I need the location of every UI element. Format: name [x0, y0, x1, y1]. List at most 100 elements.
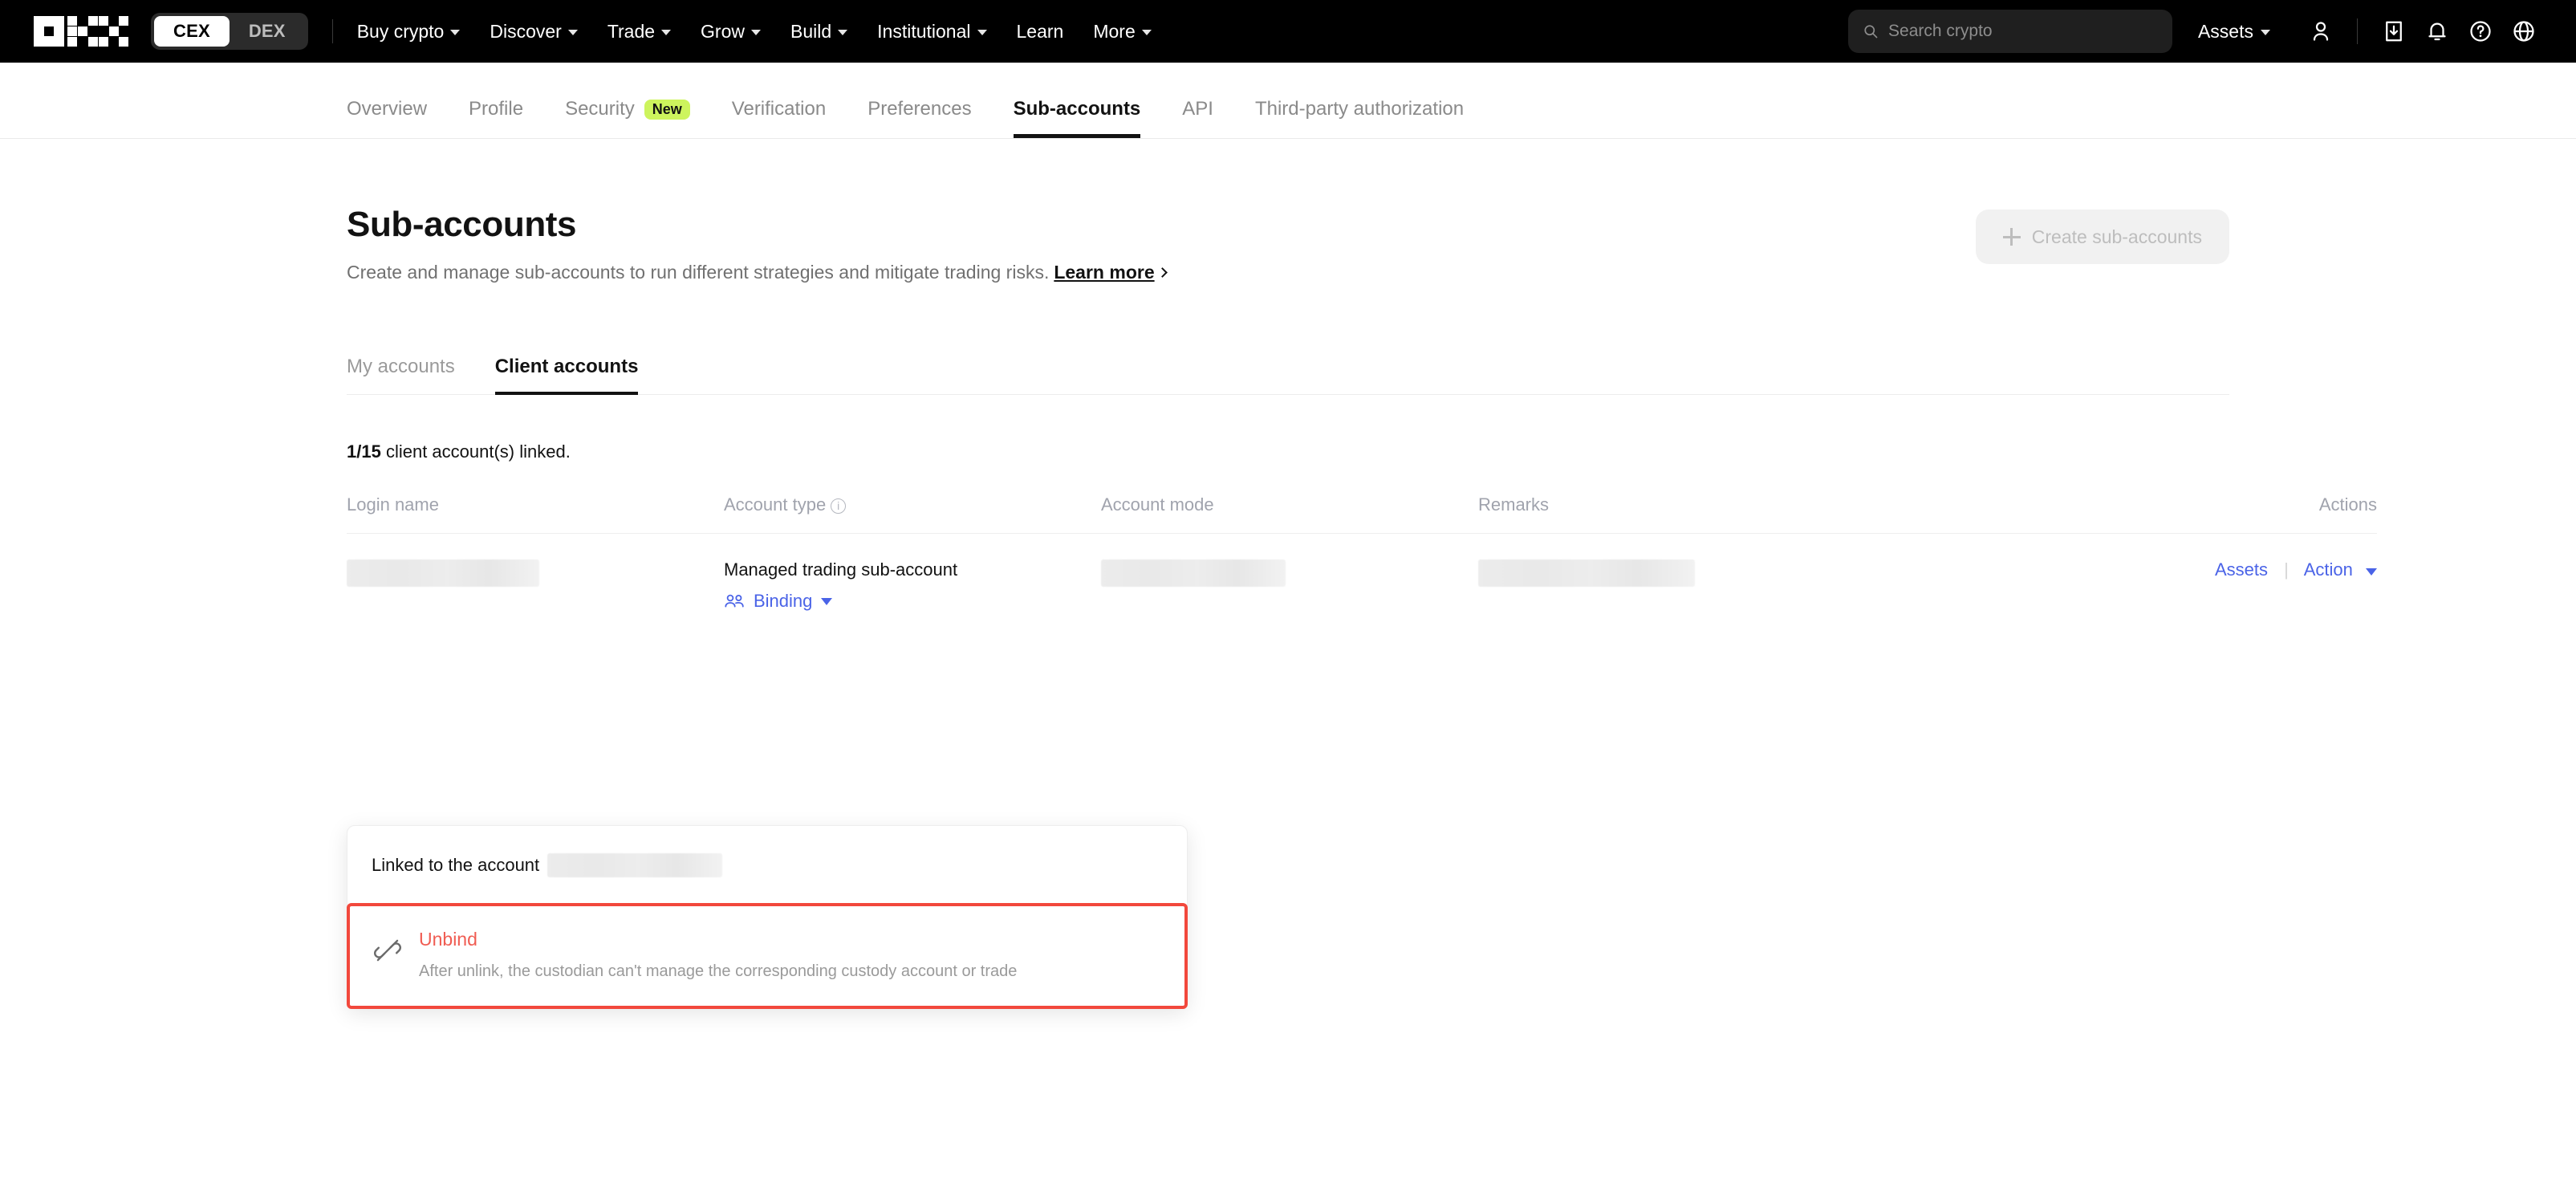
nav-label: Grow	[701, 21, 745, 43]
cell-actions: Assets | Action	[2088, 534, 2377, 612]
help-button[interactable]	[2459, 10, 2502, 53]
column-header-label: Account type	[724, 494, 826, 515]
chevron-down-icon	[2261, 30, 2270, 35]
search-input[interactable]	[1888, 22, 2158, 41]
chevron-down-icon	[2366, 568, 2377, 576]
linked-count-text: 1/15 client account(s) linked.	[347, 441, 2229, 462]
cell-account-mode	[1101, 534, 1478, 612]
nav-item-build[interactable]: Build	[790, 21, 847, 43]
chevron-down-icon	[821, 598, 832, 605]
tab-label: Verification	[732, 98, 826, 120]
column-header-actions: Actions	[2088, 494, 2377, 534]
column-header-account-type: Account type i	[724, 494, 1101, 534]
download-icon	[2382, 19, 2406, 43]
tab-profile[interactable]: Profile	[469, 98, 523, 138]
cell-login-name	[347, 534, 724, 612]
redacted-remarks	[1478, 559, 1695, 587]
globe-icon	[2512, 19, 2536, 43]
binding-label: Binding	[754, 591, 812, 612]
tab-preferences[interactable]: Preferences	[867, 98, 971, 138]
unbind-title: Unbind	[419, 929, 1017, 951]
inner-tab-label: Client accounts	[495, 356, 639, 377]
chevron-right-icon	[1157, 267, 1168, 278]
tab-sub-accounts[interactable]: Sub-accounts	[1014, 98, 1141, 138]
tab-verification[interactable]: Verification	[732, 98, 826, 138]
nav-item-buy-crypto[interactable]: Buy crypto	[357, 21, 461, 43]
okx-logo[interactable]	[34, 16, 128, 47]
tab-third-party-authorization[interactable]: Third-party authorization	[1255, 98, 1464, 138]
top-navigation-bar: CEX DEX Buy crypto Discover Trade Grow B…	[0, 0, 2576, 63]
nav-right-cluster: Assets	[1848, 10, 2546, 53]
binding-dropdown-trigger[interactable]: Binding	[724, 591, 1101, 612]
nav-label: Build	[790, 21, 831, 43]
chevron-down-icon	[838, 30, 847, 35]
tab-api[interactable]: API	[1182, 98, 1213, 138]
info-icon[interactable]: i	[831, 498, 846, 514]
nav-label: Discover	[490, 21, 561, 43]
popup-header: Linked to the account	[347, 826, 1187, 903]
new-badge: New	[644, 100, 690, 120]
bell-icon	[2425, 19, 2449, 43]
nav-item-more[interactable]: More	[1093, 21, 1151, 43]
nav-label: More	[1093, 21, 1135, 43]
page-header: Sub-accounts Create and manage sub-accou…	[347, 139, 2229, 283]
nav-item-learn[interactable]: Learn	[1017, 21, 1064, 43]
assets-label: Assets	[2198, 21, 2253, 43]
learn-more-link[interactable]: Learn more	[1054, 262, 1165, 283]
tab-label: Third-party authorization	[1255, 98, 1464, 120]
page-description-row: Create and manage sub-accounts to run di…	[347, 262, 1166, 283]
nav-divider	[332, 19, 333, 43]
action-separator: |	[2284, 559, 2289, 580]
cell-remarks	[1478, 534, 2088, 612]
tab-client-accounts[interactable]: Client accounts	[495, 356, 639, 394]
user-account-button[interactable]	[2299, 10, 2342, 53]
toggle-option-cex[interactable]: CEX	[154, 16, 230, 47]
cex-dex-toggle[interactable]: CEX DEX	[151, 13, 308, 50]
language-button[interactable]	[2502, 10, 2546, 53]
tab-label: Sub-accounts	[1014, 98, 1141, 120]
chevron-down-icon	[661, 30, 671, 35]
nav-item-trade[interactable]: Trade	[607, 21, 671, 43]
tab-my-accounts[interactable]: My accounts	[347, 356, 455, 394]
download-app-button[interactable]	[2372, 10, 2416, 53]
action-dropdown-trigger[interactable]: Action	[2304, 559, 2353, 580]
nav-label: Institutional	[877, 21, 970, 43]
settings-tabbar: Overview Profile Security New Verificati…	[0, 63, 2576, 139]
create-sub-accounts-button[interactable]: Create sub-accounts	[1976, 210, 2229, 264]
inner-tab-label: My accounts	[347, 356, 455, 377]
column-header-login-name: Login name	[347, 494, 724, 534]
chevron-down-icon	[1142, 30, 1152, 35]
help-icon	[2468, 19, 2493, 43]
redacted-login-name	[347, 559, 539, 587]
chevron-down-icon	[751, 30, 761, 35]
nav-item-grow[interactable]: Grow	[701, 21, 761, 43]
table-row: Managed trading sub-account Binding	[347, 534, 2377, 612]
chevron-down-icon	[568, 30, 578, 35]
tab-label: Security	[565, 98, 635, 120]
redacted-linked-account	[547, 853, 722, 877]
tab-security[interactable]: Security New	[565, 98, 690, 138]
assets-link[interactable]: Assets	[2215, 559, 2268, 580]
linked-count-suffix: client account(s) linked.	[386, 441, 571, 462]
popup-header-label: Linked to the account	[372, 855, 539, 876]
nav-item-discover[interactable]: Discover	[490, 21, 577, 43]
notifications-button[interactable]	[2416, 10, 2459, 53]
redacted-account-mode	[1101, 559, 1286, 587]
account-type-label: Managed trading sub-account	[724, 559, 1101, 580]
tab-overview[interactable]: Overview	[347, 98, 427, 138]
search-box[interactable]	[1848, 10, 2172, 53]
learn-more-label: Learn more	[1054, 262, 1154, 283]
assets-menu[interactable]: Assets	[2198, 21, 2270, 43]
nav-label: Buy crypto	[357, 21, 445, 43]
page-description: Create and manage sub-accounts to run di…	[347, 262, 1049, 283]
toggle-option-dex[interactable]: DEX	[230, 16, 305, 47]
unbind-menu-item[interactable]: Unbind After unlink, the custodian can't…	[347, 903, 1188, 1009]
nav-divider-2	[2357, 18, 2358, 44]
binding-dropdown-popup: Linked to the account Unbind After unlin…	[347, 825, 1188, 1009]
nav-item-institutional[interactable]: Institutional	[877, 21, 986, 43]
linked-count-value: 1/15	[347, 441, 381, 462]
tab-label: API	[1182, 98, 1213, 120]
tab-label: Profile	[469, 98, 523, 120]
create-button-label: Create sub-accounts	[2032, 226, 2202, 248]
unbind-description: After unlink, the custodian can't manage…	[419, 961, 1017, 982]
